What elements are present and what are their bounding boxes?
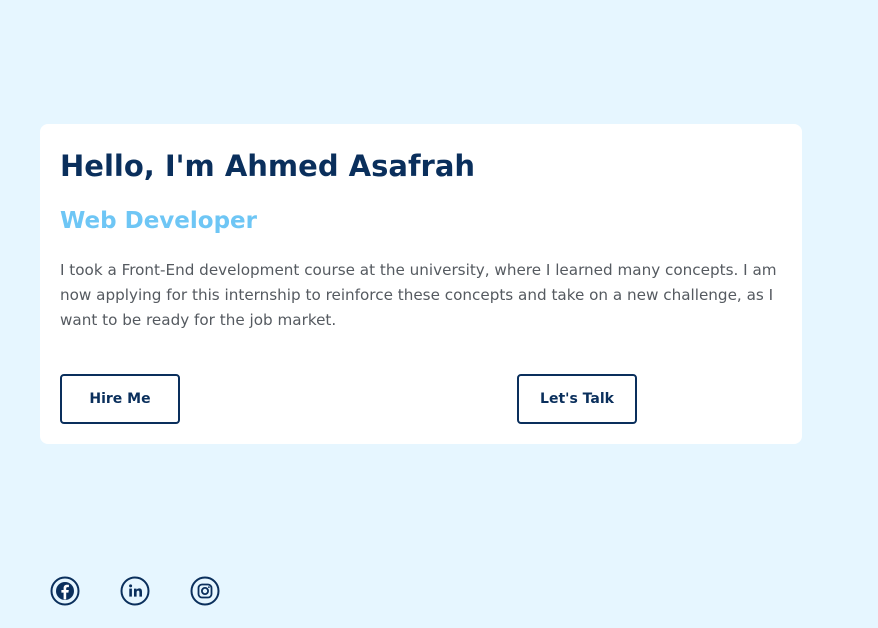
facebook-icon	[50, 576, 80, 606]
lets-talk-button[interactable]: Let's Talk	[517, 374, 637, 424]
linkedin-icon	[120, 576, 150, 606]
instagram-link[interactable]	[190, 576, 220, 606]
page-title: Hello, I'm Ahmed Asafrah	[60, 149, 476, 183]
instagram-icon	[190, 576, 220, 606]
bio-text: I took a Front-End development course at…	[60, 261, 777, 329]
intro-card: Hello, I'm Ahmed Asafrah Web Developer I…	[40, 124, 802, 444]
social-links	[50, 576, 220, 606]
facebook-link[interactable]	[50, 576, 80, 606]
hire-me-button[interactable]: Hire Me	[60, 374, 180, 424]
page: Hello, I'm Ahmed Asafrah Web Developer I…	[0, 0, 878, 628]
linkedin-link[interactable]	[120, 576, 150, 606]
role-subtitle: Web Developer	[60, 208, 257, 234]
